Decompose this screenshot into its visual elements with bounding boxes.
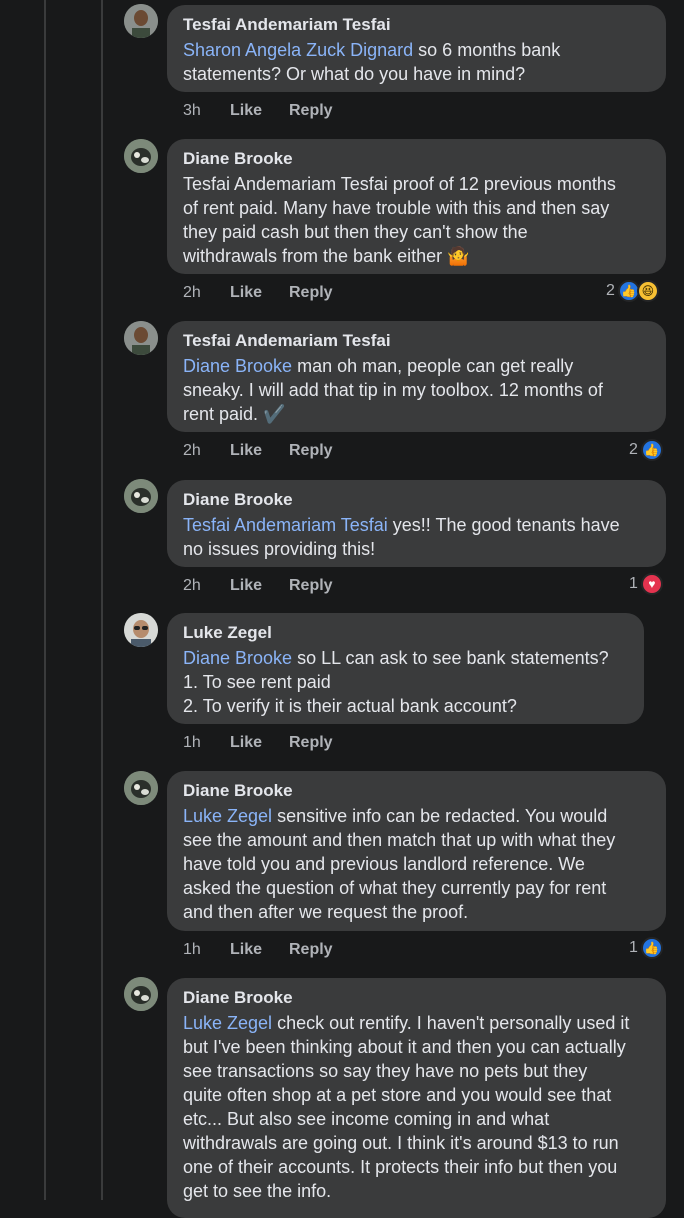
haha-reaction-icon: 😆 bbox=[636, 280, 659, 302]
thread-line-inner bbox=[101, 0, 103, 1200]
comment-text: Tesfai Andemariam Tesfai proof of 12 pre… bbox=[183, 172, 650, 268]
mention-link[interactable]: Luke Zegel bbox=[183, 806, 272, 826]
love-reaction-icon: ♥ bbox=[640, 573, 663, 595]
comment-line: 1. To see rent paid bbox=[183, 672, 331, 692]
comment-line: see transactions so say they have no pet… bbox=[183, 1061, 588, 1081]
mention-link[interactable]: Sharon Angela Zuck Dignard bbox=[183, 40, 413, 60]
like-reaction-icon: 👍 bbox=[640, 937, 663, 959]
like-button[interactable]: Like bbox=[230, 941, 289, 959]
comment-bubble: Diane Brooke Tesfai Andemariam Tesfai ye… bbox=[167, 480, 666, 567]
comment-timestamp[interactable]: 2h bbox=[183, 284, 230, 302]
comment-line: so 6 months bank bbox=[418, 40, 561, 60]
avatar[interactable] bbox=[124, 4, 158, 38]
comment-line: man oh man, people can get really bbox=[297, 356, 574, 376]
comment-actions: 1h Like Reply bbox=[183, 734, 333, 752]
like-button[interactable]: Like bbox=[230, 442, 289, 460]
comment-author[interactable]: Diane Brooke bbox=[183, 987, 650, 1009]
comment-actions: 2h Like Reply bbox=[183, 442, 333, 460]
reaction-count: 2 bbox=[606, 282, 615, 299]
comment-text: Tesfai Andemariam Tesfai yes!! The good … bbox=[183, 513, 650, 561]
comment-bubble: Diane Brooke Tesfai Andemariam Tesfai pr… bbox=[167, 139, 666, 274]
reaction-count: 2 bbox=[629, 441, 638, 458]
comment-line: etc... But also see income coming in and… bbox=[183, 1109, 550, 1129]
comment-author[interactable]: Diane Brooke bbox=[183, 489, 650, 511]
comment-timestamp[interactable]: 1h bbox=[183, 734, 230, 752]
comment-line: they paid cash but then they can't show … bbox=[183, 222, 528, 242]
like-button[interactable]: Like bbox=[230, 734, 289, 752]
reply-button[interactable]: Reply bbox=[289, 734, 333, 752]
comment-bubble: Diane Brooke Luke Zegel sensitive info c… bbox=[167, 771, 666, 931]
avatar[interactable] bbox=[124, 139, 158, 173]
comment-line: statements? Or what do you have in mind? bbox=[183, 64, 526, 84]
reply-button[interactable]: Reply bbox=[289, 102, 333, 120]
comment-author[interactable]: Tesfai Andemariam Tesfai bbox=[183, 14, 650, 36]
comment-line: sneaky. I will add that tip in my toolbo… bbox=[183, 380, 603, 400]
comment-line: one of their accounts. It protects their… bbox=[183, 1157, 618, 1177]
comment-line: have told you and previous landlord refe… bbox=[183, 854, 585, 874]
comment-actions: 3h Like Reply bbox=[183, 102, 333, 120]
mention-link[interactable]: Diane Brooke bbox=[183, 648, 292, 668]
like-button[interactable]: Like bbox=[230, 102, 289, 120]
avatar[interactable] bbox=[124, 771, 158, 805]
mention-link[interactable]: Tesfai Andemariam Tesfai bbox=[183, 515, 388, 535]
comment-line: get to see the info. bbox=[183, 1181, 332, 1201]
comment-line: of rent paid. Many have trouble with thi… bbox=[183, 198, 610, 218]
comment-line: but I've been thinking about it and then… bbox=[183, 1037, 626, 1057]
mention-link[interactable]: Diane Brooke bbox=[183, 356, 292, 376]
like-button[interactable]: Like bbox=[230, 284, 289, 302]
mention-link[interactable]: Luke Zegel bbox=[183, 1013, 272, 1033]
comment-line: Tesfai Andemariam Tesfai proof of 12 pre… bbox=[183, 174, 616, 194]
comment-author[interactable]: Diane Brooke bbox=[183, 148, 650, 170]
reply-button[interactable]: Reply bbox=[289, 284, 333, 302]
avatar[interactable] bbox=[124, 321, 158, 355]
like-button[interactable]: Like bbox=[230, 577, 289, 595]
comment-line: yes!! The good tenants have bbox=[392, 515, 620, 535]
thread-line-outer bbox=[44, 0, 46, 1200]
comment-bubble: Diane Brooke Luke Zegel check out rentif… bbox=[167, 978, 666, 1218]
comment-bubble: Tesfai Andemariam Tesfai Diane Brooke ma… bbox=[167, 321, 666, 432]
comment-author[interactable]: Diane Brooke bbox=[183, 780, 650, 802]
reaction-summary[interactable]: 2 👍 bbox=[629, 439, 663, 461]
comment-bubble: Tesfai Andemariam Tesfai Sharon Angela Z… bbox=[167, 5, 666, 92]
comment-line: so LL can ask to see bank statements? bbox=[297, 648, 609, 668]
comment-text: Sharon Angela Zuck Dignard so 6 months b… bbox=[183, 38, 650, 86]
reaction-summary[interactable]: 1 ♥ bbox=[629, 573, 663, 595]
reply-button[interactable]: Reply bbox=[289, 442, 333, 460]
comment-line: see the amount and then match that up wi… bbox=[183, 830, 616, 850]
comment-line: and then after we request the proof. bbox=[183, 902, 469, 922]
comment-author[interactable]: Luke Zegel bbox=[183, 622, 628, 644]
avatar[interactable] bbox=[124, 613, 158, 647]
reaction-summary[interactable]: 1 👍 bbox=[629, 937, 663, 959]
reaction-summary[interactable]: 2 👍 😆 bbox=[606, 280, 659, 302]
comment-line: sensitive info can be redacted. You woul… bbox=[277, 806, 608, 826]
comment-line: rent paid. ✔️ bbox=[183, 404, 286, 424]
comment-text: Diane Brooke so LL can ask to see bank s… bbox=[183, 646, 628, 718]
comment-timestamp[interactable]: 3h bbox=[183, 102, 230, 120]
comment-timestamp[interactable]: 2h bbox=[183, 577, 230, 595]
reaction-count: 1 bbox=[629, 939, 638, 956]
comment-line: no issues providing this! bbox=[183, 539, 376, 559]
comment-text: Luke Zegel sensitive info can be redacte… bbox=[183, 804, 650, 924]
like-reaction-icon: 👍 bbox=[640, 439, 663, 461]
comment-line: quite often shop at a pet store and you … bbox=[183, 1085, 612, 1105]
comment-line: asked the question of what they currentl… bbox=[183, 878, 607, 898]
comment-author[interactable]: Tesfai Andemariam Tesfai bbox=[183, 330, 650, 352]
comment-line: 2. To verify it is their actual bank acc… bbox=[183, 696, 517, 716]
avatar[interactable] bbox=[124, 977, 158, 1011]
comment-timestamp[interactable]: 1h bbox=[183, 941, 230, 959]
reaction-count: 1 bbox=[629, 575, 638, 592]
comment-actions: 2h Like Reply bbox=[183, 577, 333, 595]
comment-line: check out rentify. I haven't personally … bbox=[277, 1013, 630, 1033]
comment-timestamp[interactable]: 2h bbox=[183, 442, 230, 460]
comment-actions: 1h Like Reply bbox=[183, 941, 333, 959]
comment-line: withdrawals from the bank either 🤷 bbox=[183, 246, 470, 266]
reply-button[interactable]: Reply bbox=[289, 577, 333, 595]
comment-bubble: Luke Zegel Diane Brooke so LL can ask to… bbox=[167, 613, 644, 724]
comment-line: withdrawals are going out. I think it's … bbox=[183, 1133, 619, 1153]
comment-actions: 2h Like Reply bbox=[183, 284, 333, 302]
comment-text: Diane Brooke man oh man, people can get … bbox=[183, 354, 650, 426]
reply-button[interactable]: Reply bbox=[289, 941, 333, 959]
avatar[interactable] bbox=[124, 479, 158, 513]
comment-text: Luke Zegel check out rentify. I haven't … bbox=[183, 1011, 650, 1203]
